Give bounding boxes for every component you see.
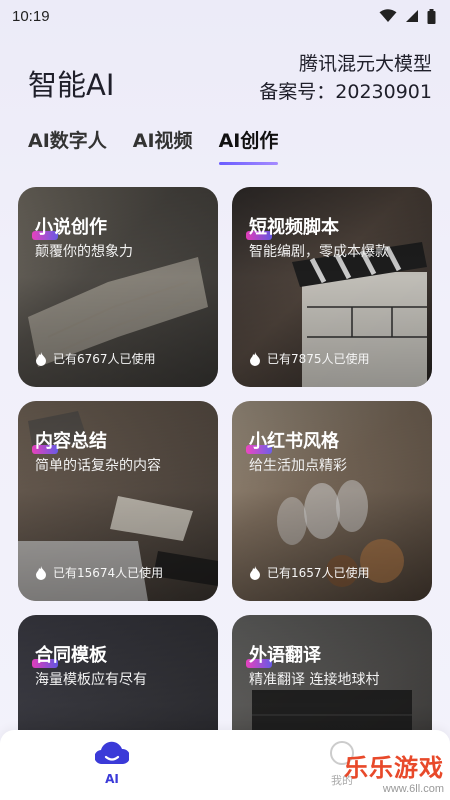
watermark-text: 乐乐游戏 xyxy=(344,754,444,782)
fire-icon xyxy=(36,565,46,580)
app-title: 智能AI xyxy=(28,68,115,102)
card-title: 合同模板 xyxy=(35,645,107,666)
wifi-icon xyxy=(379,9,397,22)
watermark-url: www.6ll.com xyxy=(382,783,444,795)
card-content-summary[interactable]: 内容总结 简单的话复杂的内容 已有15674人已使用 xyxy=(18,401,218,601)
card-title: 短视频脚本 xyxy=(249,217,339,238)
filing-number: 备案号：20230901 xyxy=(259,81,432,103)
tab-active-indicator xyxy=(218,162,279,165)
fire-icon xyxy=(36,351,46,366)
card-subtitle: 简单的话复杂的内容 xyxy=(35,458,161,474)
status-bar: 10:19 xyxy=(0,0,450,32)
signal-icon xyxy=(406,10,418,22)
card-subtitle: 给生活加点精彩 xyxy=(249,458,347,474)
watermark: 乐乐游戏 www.6ll.com xyxy=(344,748,444,795)
tab-ai-digital-human[interactable]: AI数字人 xyxy=(28,126,107,153)
card-subtitle: 智能编剧，零成本爆款 xyxy=(249,244,389,260)
card-usage: 已有1657人已使用 xyxy=(249,564,370,581)
card-title: 小说创作 xyxy=(35,217,107,238)
tab-ai-creation[interactable]: AI创作 xyxy=(218,126,279,165)
cloud-icon xyxy=(94,741,131,765)
nav-label-ai: AI xyxy=(105,772,119,786)
card-subtitle: 海量模板应有尽有 xyxy=(35,672,147,688)
card-usage: 已有15674人已使用 xyxy=(35,564,163,581)
card-title: 内容总结 xyxy=(35,431,107,452)
card-title: 小红书风格 xyxy=(249,431,339,452)
model-name: 腾讯混元大模型 xyxy=(298,53,432,75)
fire-icon xyxy=(250,351,260,366)
card-short-video-script[interactable]: 短视频脚本 智能编剧，零成本爆款 已有7875人已使用 xyxy=(232,187,432,387)
card-subtitle: 精准翻译 连接地球村 xyxy=(249,672,380,688)
card-subtitle: 颠覆你的想象力 xyxy=(35,244,133,260)
fire-icon xyxy=(250,565,260,580)
battery-icon xyxy=(427,8,436,24)
tab-bar: AI数字人 AI视频 AI创作 xyxy=(28,126,279,165)
card-novel-writing[interactable]: 小说创作 颠覆你的想象力 已有6767人已使用 xyxy=(18,187,218,387)
card-usage: 已有7875人已使用 xyxy=(249,350,370,367)
status-time: 10:19 xyxy=(12,7,50,25)
nav-item-ai[interactable]: AI xyxy=(90,740,134,786)
card-usage: 已有6767人已使用 xyxy=(35,350,156,367)
card-xiaohongshu-style[interactable]: 小红书风格 给生活加点精彩 已有1657人已使用 xyxy=(232,401,432,601)
feature-grid: 小说创作 颠覆你的想象力 已有6767人已使用 短视频脚本 智能编剧，零成本爆款… xyxy=(18,187,432,800)
status-icons xyxy=(379,8,436,24)
model-info: 腾讯混元大模型 备案号：20230901 xyxy=(259,50,432,106)
tab-ai-video[interactable]: AI视频 xyxy=(133,126,193,153)
card-title: 外语翻译 xyxy=(249,645,321,666)
